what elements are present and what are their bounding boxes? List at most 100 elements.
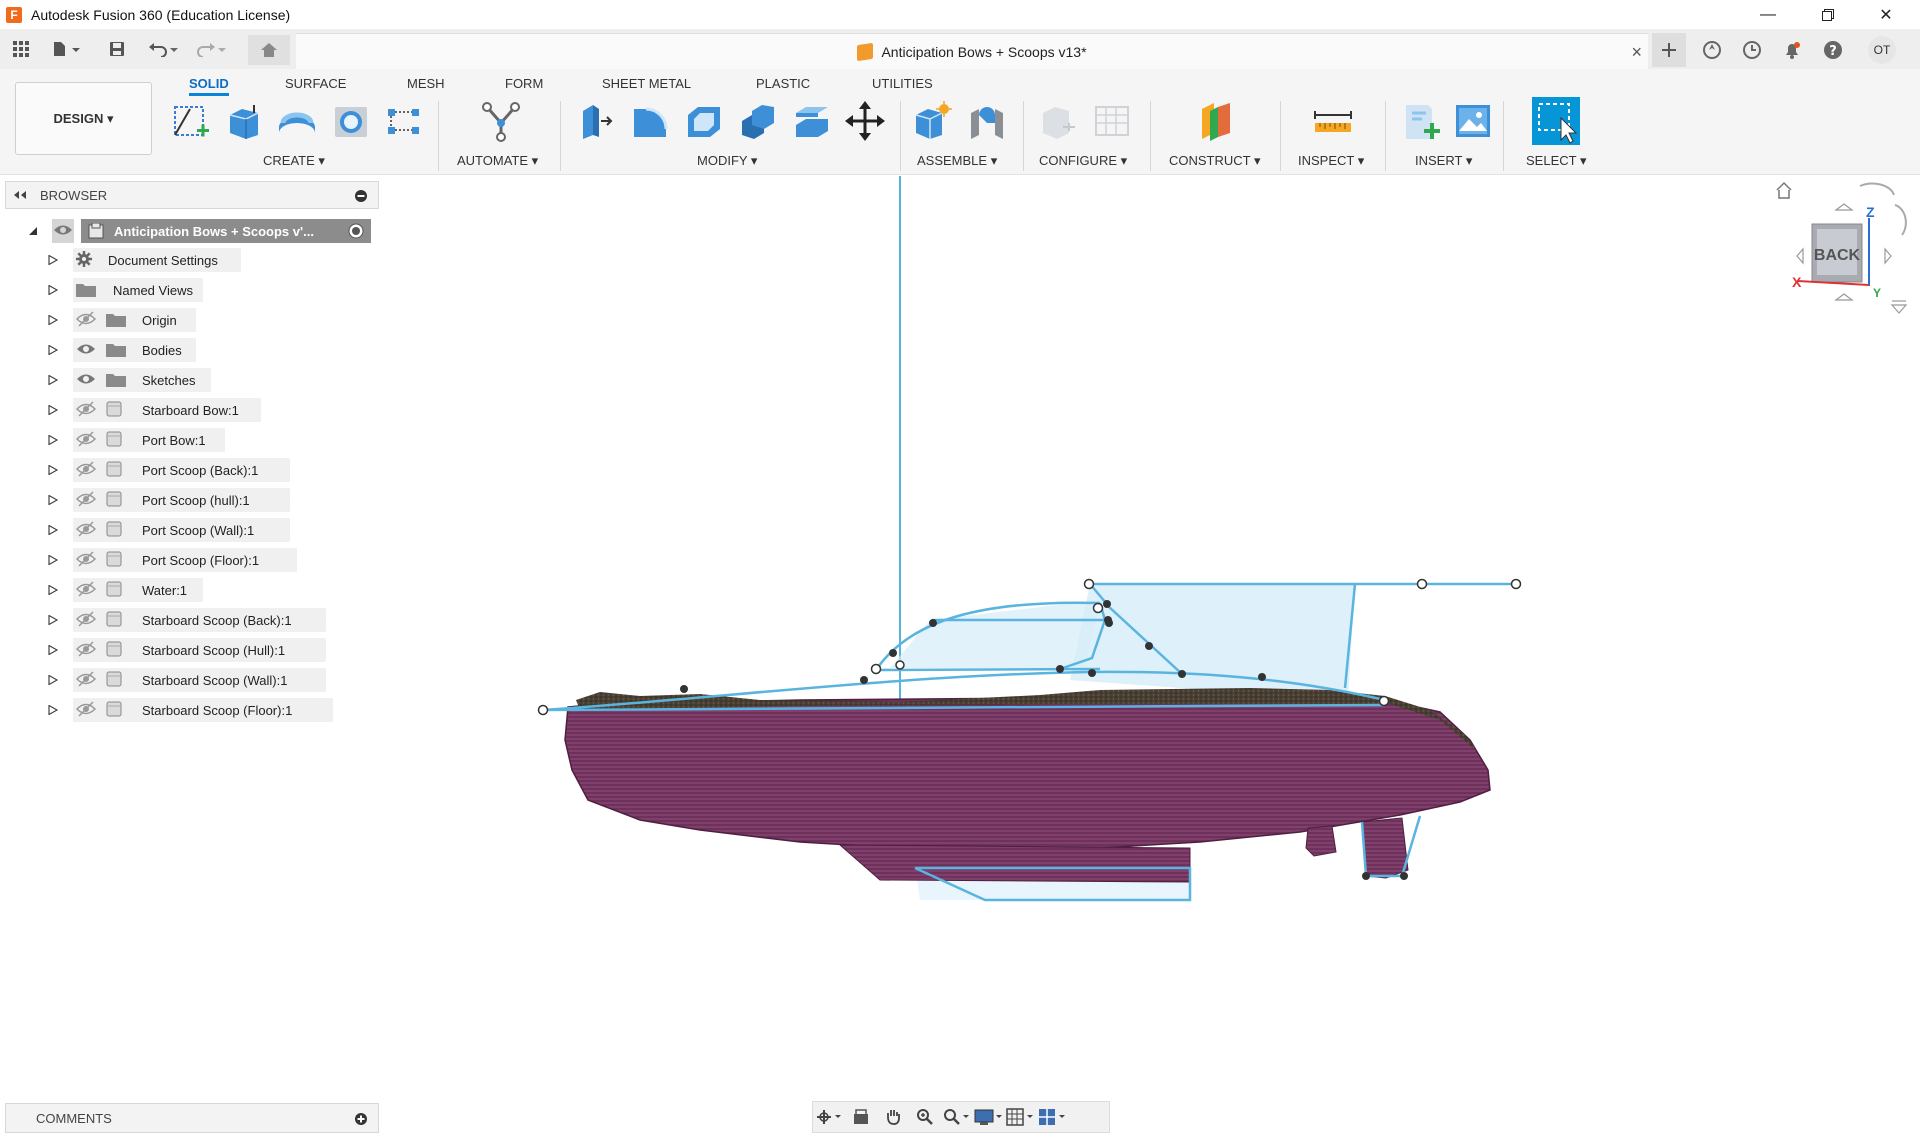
data-panel-grid-icon[interactable]	[8, 37, 34, 61]
browser-item-label[interactable]: Port Scoop (hull):1	[142, 493, 250, 508]
visibility-eye-icon[interactable]	[53, 222, 73, 238]
offset-face-icon[interactable]	[790, 99, 834, 143]
measure-icon[interactable]	[1311, 99, 1355, 143]
assemble-menu[interactable]: ASSEMBLE ▾	[917, 153, 997, 169]
user-avatar[interactable]: OT	[1868, 36, 1896, 64]
expand-caret-icon[interactable]	[48, 555, 58, 565]
browser-item[interactable]: Water:1	[48, 577, 368, 603]
browser-item-label[interactable]: Water:1	[142, 583, 187, 598]
expand-caret-icon[interactable]	[48, 705, 58, 715]
expand-caret-icon[interactable]	[48, 435, 58, 445]
tab-mesh[interactable]: MESH	[407, 76, 445, 91]
expand-caret-icon[interactable]	[48, 525, 58, 535]
browser-item[interactable]: Port Bow:1	[48, 427, 368, 453]
joint-icon[interactable]	[965, 99, 1009, 143]
pan-hand-icon[interactable]	[877, 1105, 909, 1129]
browser-item-label[interactable]: Port Bow:1	[142, 433, 206, 448]
press-pull-icon[interactable]	[573, 99, 617, 143]
undo-icon[interactable]	[146, 37, 182, 61]
file-menu-icon[interactable]	[48, 37, 86, 61]
close-icon[interactable]: ✕	[1858, 0, 1914, 29]
browser-item-label[interactable]: Bodies	[142, 343, 182, 358]
expand-caret-icon[interactable]	[48, 405, 58, 415]
visibility-hidden-eye-icon[interactable]	[76, 641, 96, 657]
browser-item-label[interactable]: Port Scoop (Back):1	[142, 463, 258, 478]
activate-radio-icon[interactable]	[348, 223, 364, 239]
configuration-table-icon[interactable]	[1090, 99, 1134, 143]
pattern-icon[interactable]	[382, 99, 426, 143]
insert-menu[interactable]: INSERT ▾	[1415, 153, 1472, 169]
expand-caret-icon[interactable]	[48, 285, 58, 295]
inspect-menu[interactable]: INSPECT ▾	[1298, 153, 1364, 169]
visibility-hidden-eye-icon[interactable]	[76, 461, 96, 477]
redo-icon[interactable]	[194, 37, 230, 61]
display-settings-icon[interactable]	[973, 1105, 1005, 1129]
orbit-icon[interactable]	[813, 1105, 845, 1129]
combine-icon[interactable]	[736, 99, 780, 143]
configure-icon[interactable]	[1035, 99, 1079, 143]
browser-item-label[interactable]: Port Scoop (Floor):1	[142, 553, 259, 568]
offset-plane-icon[interactable]	[1194, 99, 1238, 143]
browser-item[interactable]: Port Scoop (hull):1	[48, 487, 368, 513]
notifications-bell-icon[interactable]	[1777, 35, 1807, 65]
new-tab-plus-icon[interactable]	[1652, 33, 1686, 67]
browser-minimize-icon[interactable]	[354, 189, 368, 203]
home-icon[interactable]	[248, 35, 290, 65]
tab-surface[interactable]: SURFACE	[285, 76, 346, 91]
expand-caret-icon[interactable]	[48, 495, 58, 505]
zoom-icon[interactable]	[909, 1105, 941, 1129]
browser-item-label[interactable]: Origin	[142, 313, 177, 328]
home-view-icon[interactable]	[1776, 181, 1792, 199]
browser-item[interactable]: Named Views	[48, 277, 368, 303]
tab-sheet-metal[interactable]: SHEET METAL	[602, 76, 691, 91]
visibility-hidden-eye-icon[interactable]	[76, 701, 96, 717]
browser-item[interactable]: Origin	[48, 307, 368, 333]
tab-form[interactable]: FORM	[505, 76, 543, 91]
document-tab[interactable]: Anticipation Bows + Scoops v13* ×	[296, 33, 1648, 69]
keel-mesh-body[interactable]	[838, 844, 1191, 883]
tab-plastic[interactable]: PLASTIC	[756, 76, 810, 91]
automate-icon[interactable]	[479, 99, 523, 143]
add-comment-icon[interactable]	[354, 1112, 368, 1126]
new-component-icon[interactable]	[910, 99, 954, 143]
expand-caret-icon[interactable]	[48, 465, 58, 475]
job-status-clock-icon[interactable]	[1737, 35, 1767, 65]
view-arrow-left-icon[interactable]	[1796, 247, 1804, 265]
help-icon[interactable]: ?	[1818, 35, 1848, 65]
rudder-mesh-body[interactable]	[1361, 817, 1409, 879]
browser-item[interactable]: Starboard Bow:1	[48, 397, 368, 423]
automate-menu[interactable]: AUTOMATE ▾	[457, 153, 538, 169]
expand-caret-icon[interactable]	[48, 315, 58, 325]
browser-item-label[interactable]: Document Settings	[108, 253, 218, 268]
hole-icon[interactable]	[329, 99, 373, 143]
expanded-caret-icon[interactable]	[28, 226, 38, 236]
visibility-hidden-eye-icon[interactable]	[76, 431, 96, 447]
visibility-hidden-eye-icon[interactable]	[76, 551, 96, 567]
expand-caret-icon[interactable]	[48, 345, 58, 355]
browser-item-label[interactable]: Starboard Scoop (Back):1	[142, 613, 292, 628]
browser-item[interactable]: Starboard Scoop (Wall):1	[48, 667, 368, 693]
browser-item-label[interactable]: Starboard Scoop (Floor):1	[142, 703, 292, 718]
create-sketch-icon[interactable]	[168, 99, 212, 143]
tab-solid[interactable]: SOLID	[189, 76, 229, 96]
visibility-eye-icon[interactable]	[76, 371, 96, 387]
propeller-mesh-body[interactable]	[1305, 825, 1337, 857]
hull-mesh-body[interactable]	[564, 697, 1491, 851]
visibility-hidden-eye-icon[interactable]	[76, 491, 96, 507]
browser-item[interactable]: Port Scoop (Wall):1	[48, 517, 368, 543]
restore-icon[interactable]	[1800, 0, 1856, 29]
browser-root-label[interactable]: Anticipation Bows + Scoops v'...	[114, 224, 314, 239]
select-menu[interactable]: SELECT ▾	[1526, 153, 1586, 169]
browser-item-label[interactable]: Starboard Bow:1	[142, 403, 239, 418]
viewports-icon[interactable]	[1037, 1105, 1069, 1129]
construct-menu[interactable]: CONSTRUCT ▾	[1169, 153, 1261, 169]
fillet-icon[interactable]	[628, 99, 672, 143]
expand-caret-icon[interactable]	[48, 255, 58, 265]
browser-item[interactable]: Port Scoop (Floor):1	[48, 547, 368, 573]
grid-snap-icon[interactable]	[1005, 1105, 1037, 1129]
extrude-icon[interactable]	[222, 99, 266, 143]
visibility-hidden-eye-icon[interactable]	[76, 311, 96, 327]
visibility-eye-icon[interactable]	[76, 341, 96, 357]
tab-utilities[interactable]: UTILITIES	[872, 76, 933, 91]
insert-derive-icon[interactable]	[1398, 99, 1442, 143]
